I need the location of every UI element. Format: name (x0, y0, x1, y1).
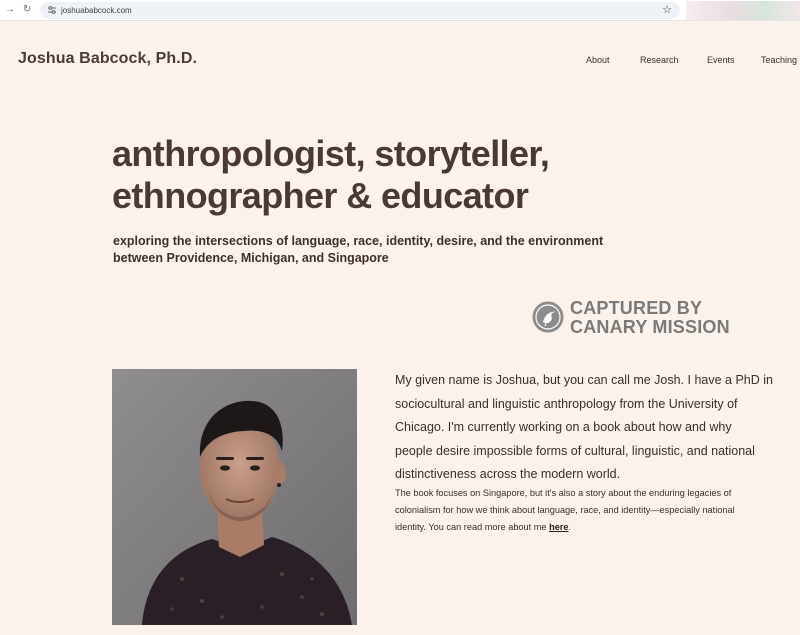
badge-line-1: CAPTURED BY (570, 298, 703, 318)
browser-toolbar: → ↻ joshuababcock.com ☆ (0, 0, 800, 21)
url-text: joshuababcock.com (61, 6, 132, 15)
forward-arrow-icon[interactable]: → (5, 4, 15, 16)
portrait-photo (112, 369, 357, 625)
nav-teaching[interactable]: Teaching (761, 55, 797, 65)
site-title[interactable]: Joshua Babcock, Ph.D. (18, 50, 197, 68)
site-settings-icon[interactable] (47, 5, 57, 15)
about-me-link[interactable]: here (549, 522, 568, 532)
nav-research[interactable]: Research (640, 55, 679, 65)
bio-sub-line: identity. You can read more about me her… (395, 519, 800, 536)
hero-subhead: exploring the intersections of language,… (113, 233, 653, 267)
canary-mission-badge[interactable]: CAPTURED BY CANARY MISSION (532, 298, 742, 338)
bio-sub-line: colonialism for how we think about langu… (395, 505, 735, 516)
bio-line: sociocultural and linguistic anthropolog… (395, 396, 738, 411)
badge-line-2: CANARY MISSION (570, 317, 730, 337)
bio-paragraph-2: The book focuses on Singapore, but it's … (395, 485, 800, 537)
reload-icon[interactable]: ↻ (23, 4, 31, 16)
extensions-area (686, 1, 800, 20)
bio-line: distinctiveness across the modern world. (395, 467, 621, 481)
bio-sub-prefix: identity. You can read more about me (395, 522, 550, 533)
nav-events[interactable]: Events (707, 55, 735, 65)
headline-line-1: anthropologist, storyteller, (112, 133, 550, 174)
bio-line: people desire impossible forms of cultur… (395, 443, 755, 458)
address-bar[interactable]: joshuababcock.com ☆ (40, 2, 680, 19)
bio-sub-suffix: . (568, 522, 572, 533)
subhead-line-2: between Providence, Michigan, and Singap… (113, 251, 389, 265)
hero-headline: anthropologist, storyteller, ethnographe… (112, 133, 632, 217)
subhead-line-1: exploring the intersections of language,… (113, 234, 604, 248)
headline-line-2: ethnographer & educator (112, 175, 529, 216)
bio-paragraph-1: My given name is Joshua, but you can cal… (395, 369, 800, 487)
bio-line: Chicago. I'm currently working on a book… (395, 420, 732, 434)
canary-bird-icon (532, 301, 564, 333)
bio-sub-line: The book focuses on Singapore, but it's … (395, 488, 732, 498)
bio-line: My given name is Joshua, but you can cal… (395, 373, 773, 387)
nav-about[interactable]: About (586, 55, 610, 65)
bookmark-star-icon[interactable]: ☆ (662, 4, 672, 16)
